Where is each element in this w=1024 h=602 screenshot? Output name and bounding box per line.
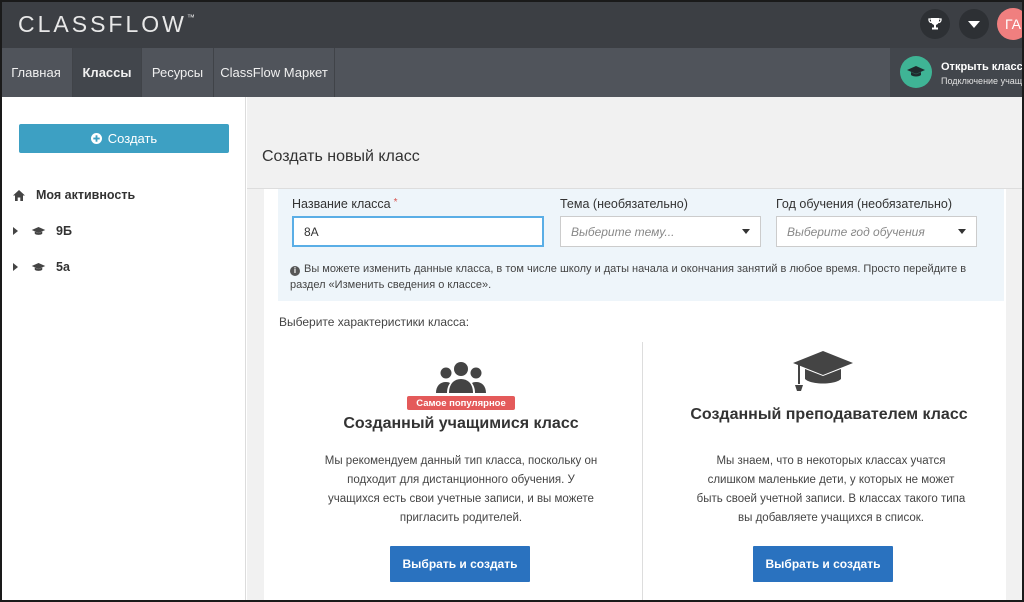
tab-classes[interactable]: Классы [73, 48, 142, 97]
chevron-down-icon [742, 229, 750, 234]
open-class-subtitle: Подключение учащ... [941, 76, 1024, 86]
student-class-title: Созданный учащимися класс [343, 415, 579, 432]
student-class-description: Мы рекомендуем данный тип класса, поскол… [324, 455, 598, 524]
subject-label: Тема (необязательно) [560, 197, 688, 211]
create-button-label: Создать [107, 131, 158, 146]
graduation-cap-icon [31, 262, 46, 271]
trophy-button[interactable] [920, 9, 950, 39]
teacher-class-description: Мы знаем, что в некоторых классах учатся… [696, 455, 966, 524]
sidebar-item-my-activity[interactable]: Моя активность [13, 188, 135, 202]
subject-select[interactable]: Выберите тему... [560, 216, 761, 247]
tab-home[interactable]: Главная [0, 48, 73, 97]
create-button[interactable]: Создать [19, 124, 229, 153]
info-icon: i [290, 266, 300, 276]
tab-resources[interactable]: Ресурсы [142, 48, 214, 97]
top-bar: CLASSFLOW™ ГА [0, 0, 1024, 48]
sidebar: Создать Моя активность 9Б 5а [0, 97, 246, 602]
sidebar-item-class-9b[interactable]: 9Б [13, 224, 72, 238]
home-icon [13, 189, 25, 201]
expand-arrow-icon[interactable] [13, 227, 18, 235]
panel-header: Создать новый класс [247, 97, 1022, 189]
teacher-class-title: Созданный преподавателем класс [690, 406, 968, 423]
most-popular-badge: Самое популярное [407, 396, 515, 410]
class-name-input[interactable]: 8А [292, 216, 544, 247]
trophy-icon [928, 18, 942, 30]
page-title: Создать новый класс [262, 148, 420, 165]
sidebar-item-label: Моя активность [36, 188, 136, 202]
tab-marketplace[interactable]: ClassFlow Маркет [214, 48, 335, 97]
choose-characteristics-label: Выберите характеристики класса: [279, 315, 470, 329]
create-class-panel: Название класса * Тема (необязательно) Го… [264, 189, 1006, 602]
year-select[interactable]: Выберите год обучения [776, 216, 977, 247]
app-logo[interactable]: CLASSFLOW™ [18, 11, 195, 38]
card-divider [642, 342, 643, 602]
subject-placeholder: Выберите тему... [571, 224, 675, 239]
graduation-cap-icon [793, 351, 853, 391]
avatar[interactable]: ГА [997, 8, 1024, 40]
select-student-class-button[interactable]: Выбрать и создать [390, 546, 530, 582]
open-class-title: Открыть класс [941, 61, 1023, 73]
plus-circle-icon [90, 133, 102, 144]
main-content: Создать новый класс Название класса * Тем… [247, 97, 1024, 602]
users-group-icon [436, 362, 486, 393]
chevron-down-icon [968, 20, 980, 28]
open-class-button[interactable]: Открыть класс Подключение учащ... [890, 48, 1024, 97]
class-details-form: Название класса * Тема (необязательно) Го… [278, 189, 1004, 301]
year-label: Год обучения (необязательно) [776, 197, 953, 211]
chevron-down-icon [958, 229, 966, 234]
menu-dropdown-button[interactable] [959, 9, 989, 39]
graduation-cap-icon [900, 56, 932, 88]
graduation-cap-icon [31, 226, 46, 235]
select-teacher-class-button[interactable]: Выбрать и создать [753, 546, 893, 582]
sidebar-item-label: 5а [56, 260, 70, 274]
class-name-label: Название класса * [292, 197, 398, 211]
expand-arrow-icon[interactable] [13, 263, 18, 271]
year-placeholder: Выберите год обучения [787, 224, 925, 239]
sidebar-item-label: 9Б [56, 224, 72, 238]
main-nav: Главная Классы Ресурсы ClassFlow Маркет [0, 48, 1024, 97]
info-note: i Вы можете изменить данные класса, в том… [290, 263, 967, 291]
sidebar-item-class-5a[interactable]: 5а [13, 260, 70, 274]
